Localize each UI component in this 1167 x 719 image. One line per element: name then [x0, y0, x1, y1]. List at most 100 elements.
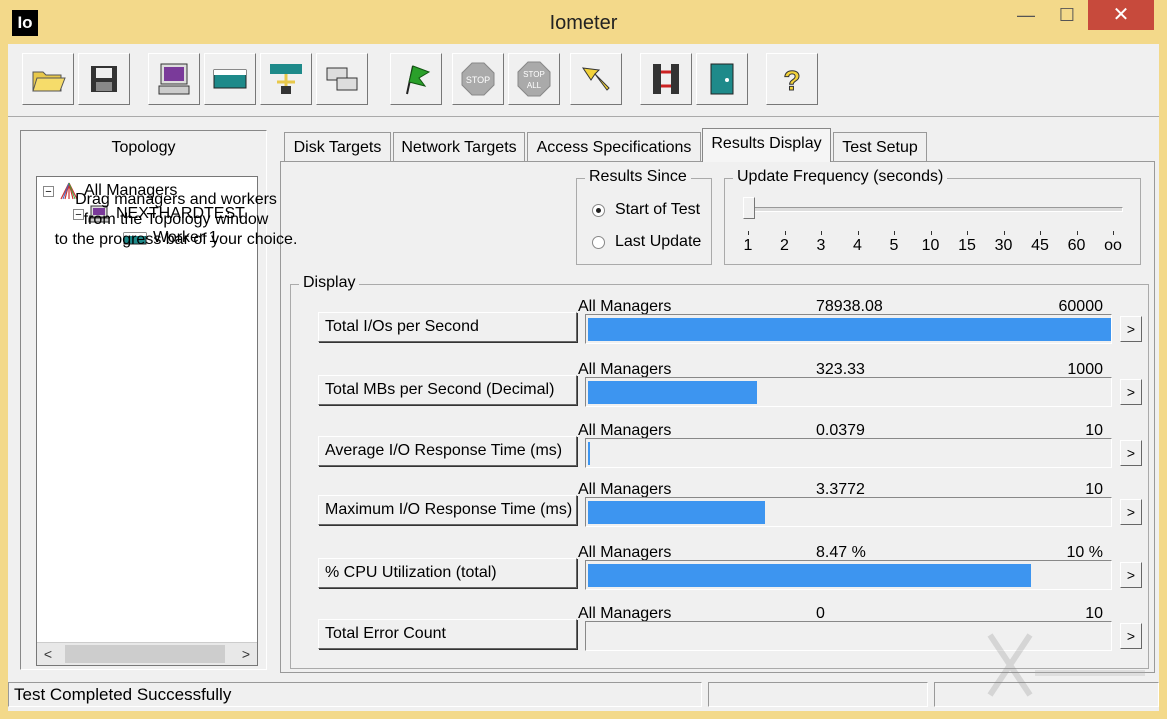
metric-button[interactable]: Total MBs per Second (Decimal) [318, 375, 577, 405]
metric-button[interactable]: Total I/Os per Second [318, 312, 577, 342]
tab-network-targets[interactable]: Network Targets [393, 132, 525, 161]
slider-tick [784, 231, 786, 235]
display-label: Display [299, 274, 360, 292]
disconnect-managers-button[interactable] [640, 53, 692, 105]
slider-tick-label: 15 [958, 237, 976, 254]
tab-test-setup[interactable]: Test Setup [833, 132, 927, 161]
close-button[interactable]: ✕ [1088, 0, 1154, 30]
scroll-right-icon[interactable]: > [235, 643, 257, 665]
instruction-line: to the progress bar of your choice. [54, 231, 298, 248]
metric-button[interactable]: Average I/O Response Time (ms) [318, 436, 577, 466]
duplicate-worker-button[interactable] [316, 53, 368, 105]
slider-tick-label: 60 [1067, 237, 1086, 254]
slider-tick-label: 5 [889, 237, 899, 254]
metric-button[interactable]: Maximum I/O Response Time (ms) [318, 495, 577, 525]
slider-tick-label: 2 [780, 237, 789, 254]
progress-bar-fill [588, 564, 1031, 587]
row-arrow-button[interactable]: > [1120, 379, 1142, 405]
minimize-button[interactable]: — [1006, 0, 1046, 30]
watermark-logo [987, 633, 1145, 697]
slider-tick [930, 231, 932, 235]
progress-bar-fill [588, 442, 590, 465]
radio-label: Last Update [615, 233, 702, 250]
slider-tick [1076, 231, 1078, 235]
help-question-icon: ? [783, 65, 801, 97]
topology-title: Topology [111, 139, 176, 156]
results-since-label: Results Since [585, 168, 691, 186]
horizontal-scrollbar[interactable]: < > [37, 642, 257, 665]
slider-tick-label: 1 [743, 237, 753, 254]
update-frequency-label: Update Frequency (seconds) [733, 168, 948, 186]
disconnect-icon [653, 64, 679, 94]
start-new-network-worker-button[interactable] [260, 53, 312, 105]
network-worker-icon [270, 64, 302, 94]
open-folder-icon [32, 71, 66, 92]
metric-button[interactable]: Total Error Count [318, 619, 577, 649]
radio-start-of-test[interactable]: Start of Test [592, 201, 700, 219]
row-arrow-button[interactable]: > [1120, 440, 1142, 466]
tab-results-display[interactable]: Results Display [702, 128, 831, 162]
metric-button[interactable]: % CPU Utilization (total) [318, 558, 577, 588]
row-arrow-button[interactable]: > [1120, 499, 1142, 525]
stop-sign-icon: STOP [461, 62, 495, 96]
slider-tick-label: oo [1104, 237, 1122, 254]
computer-icon [158, 63, 190, 95]
maximize-button[interactable]: ☐ [1046, 0, 1088, 30]
row-arrow-button[interactable]: > [1120, 316, 1142, 342]
radio-selected-icon [592, 203, 605, 217]
update-frequency-group: Update Frequency (seconds) 1 2 3 4 5 10 15 30 45… [724, 168, 1141, 265]
green-flag-icon [406, 65, 431, 95]
open-config-button[interactable] [22, 53, 74, 105]
progress-bar-track[interactable] [585, 438, 1112, 468]
scroll-left-icon[interactable]: < [37, 643, 59, 665]
tab-access-specifications[interactable]: Access Specifications [527, 132, 701, 161]
slider-tick-label: 4 [853, 237, 862, 254]
slider-tick [894, 231, 895, 235]
title-bar: Io Iometer — ☐ ✕ [0, 0, 1167, 44]
exit-button[interactable] [696, 53, 748, 105]
radio-unselected-icon [592, 235, 605, 249]
instruction-line: from the Topology window [83, 211, 269, 228]
instruction-line: Drag managers and workers [75, 191, 277, 208]
reset-arrow-icon [581, 67, 610, 91]
svg-text:?: ? [783, 65, 800, 96]
progress-bar-fill [588, 501, 765, 524]
progress-bar-track[interactable] [585, 560, 1112, 590]
progress-bar-track[interactable] [585, 377, 1112, 407]
stop-all-button[interactable]: STOP ALL [508, 53, 560, 105]
about-button[interactable]: ? [766, 53, 818, 105]
results-since-group: Results Since Start of Test Last Update [576, 168, 712, 265]
status-cell-2 [708, 682, 928, 707]
progress-bar-fill [588, 381, 757, 404]
save-disk-icon [91, 66, 117, 92]
slider-tick [1003, 231, 1005, 235]
duplicate-icon [326, 67, 358, 91]
status-text: Test Completed Successfully [8, 682, 702, 707]
radio-last-update[interactable]: Last Update [592, 233, 701, 251]
scroll-thumb[interactable] [65, 645, 225, 663]
svg-text:STOP: STOP [523, 70, 545, 79]
start-tests-button[interactable] [390, 53, 442, 105]
slider-tick-label: 10 [921, 237, 940, 254]
svg-text:STOP: STOP [466, 75, 490, 85]
tab-disk-targets[interactable]: Disk Targets [284, 132, 391, 161]
slider-tick-label: 30 [994, 237, 1013, 254]
progress-bar-track[interactable] [585, 314, 1112, 344]
slider-tick [1113, 231, 1114, 235]
radio-label: Start of Test [615, 201, 701, 218]
stop-test-button[interactable]: STOP [452, 53, 504, 105]
start-new-disk-worker-button[interactable] [204, 53, 256, 105]
start-new-manager-button[interactable] [148, 53, 200, 105]
slider-tick-label: 45 [1031, 237, 1049, 254]
slider-tick [821, 231, 822, 235]
update-frequency-slider-track[interactable] [751, 207, 1123, 212]
slider-tick [967, 231, 968, 235]
row-arrow-button[interactable]: > [1120, 562, 1142, 588]
save-config-button[interactable] [78, 53, 130, 105]
progress-bar-fill [588, 318, 1111, 341]
reset-workers-button[interactable] [570, 53, 622, 105]
progress-bar-track[interactable] [585, 497, 1112, 527]
update-frequency-slider-thumb[interactable] [743, 197, 755, 219]
stop-all-icon: STOP ALL [517, 61, 551, 97]
client-area: STOP STOP ALL ? Topology − All Managers … [8, 44, 1159, 711]
